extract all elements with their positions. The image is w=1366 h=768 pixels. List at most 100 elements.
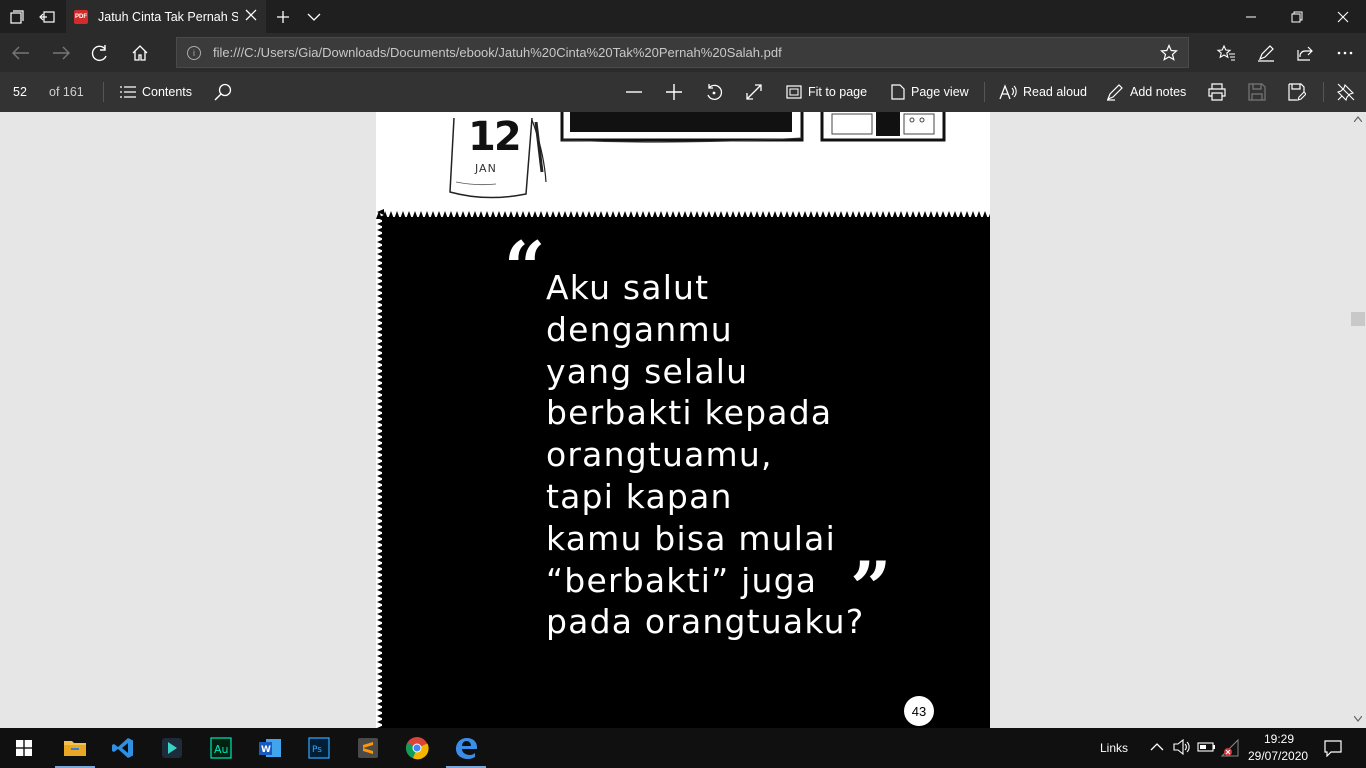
volume-icon[interactable] — [1173, 738, 1191, 760]
taskbar-filmora[interactable] — [148, 728, 196, 768]
zigzag-border-left — [376, 209, 384, 728]
refresh-icon[interactable] — [89, 42, 111, 64]
filmora-icon — [162, 738, 182, 758]
svg-text:Ps: Ps — [312, 745, 322, 755]
share-icon[interactable] — [1294, 42, 1316, 64]
scroll-down-icon[interactable] — [1354, 716, 1362, 722]
back-arrow-icon[interactable] — [10, 42, 32, 64]
fit-to-page-label: Fit to page — [808, 85, 868, 99]
tab-pdf[interactable]: PDF Jatuh Cinta Tak Pernah Salah — [66, 0, 266, 33]
links-toolbar-label[interactable]: Links — [1100, 741, 1128, 755]
unpin-icon — [1337, 83, 1355, 101]
title-bar: PDF Jatuh Cinta Tak Pernah Salah — [0, 0, 1366, 33]
scroll-up-icon[interactable] — [1354, 116, 1362, 122]
taskbar-audition[interactable]: Au — [197, 728, 245, 768]
minus-icon — [626, 91, 642, 93]
close-window-button[interactable] — [1320, 0, 1366, 33]
info-icon[interactable]: i — [187, 45, 201, 60]
close-tab-icon[interactable] — [244, 8, 258, 27]
print-button[interactable] — [1208, 72, 1226, 112]
pdf-page: 12 JAN “ Aku salut denganmu yang selalu … — [376, 112, 990, 728]
quote-line: pada orangtuaku? — [546, 602, 865, 642]
read-aloud-icon — [999, 84, 1017, 100]
network-disconnected-icon[interactable] — [1220, 738, 1240, 763]
zoom-in-button[interactable] — [665, 72, 683, 112]
chrome-icon — [405, 737, 429, 760]
contents-label: Contents — [142, 85, 193, 99]
pdf-viewer[interactable]: 12 JAN “ Aku salut denganmu yang selalu … — [0, 112, 1350, 728]
tab-actions-icon[interactable] — [8, 8, 26, 26]
fit-to-page-button[interactable]: Fit to page — [786, 72, 867, 112]
favorites-icon[interactable] — [1215, 42, 1237, 64]
start-button[interactable] — [0, 728, 48, 768]
favorite-star-icon[interactable] — [1160, 44, 1178, 67]
page-number-badge: 43 — [904, 696, 934, 726]
total-pages-label: of 161 — [49, 85, 84, 99]
page-number-input[interactable]: 52 — [0, 72, 40, 112]
taskbar-chrome[interactable] — [393, 728, 441, 768]
taskbar-edge[interactable] — [442, 728, 490, 768]
svg-text:W: W — [261, 745, 271, 755]
minimize-button[interactable] — [1228, 0, 1274, 33]
svg-text:Au: Au — [214, 743, 229, 756]
scrollbar-thumb[interactable] — [1351, 312, 1365, 326]
quote-line: “berbakti” juga — [546, 560, 818, 600]
toolbar-divider — [1323, 82, 1324, 102]
sublime-text-icon — [358, 738, 378, 758]
plus-icon — [666, 84, 682, 100]
taskbar-word[interactable]: W — [246, 728, 294, 768]
web-note-icon[interactable] — [1255, 42, 1277, 64]
restore-button[interactable] — [1274, 0, 1320, 33]
edge-icon — [456, 738, 477, 759]
pin-toolbar-button[interactable] — [1337, 72, 1355, 112]
rotate-button[interactable] — [705, 72, 723, 112]
fit-page-icon — [786, 85, 802, 99]
audition-icon: Au — [210, 737, 232, 759]
windows-icon — [16, 740, 32, 756]
quote-line: Aku salut — [546, 268, 710, 307]
battery-icon[interactable] — [1197, 740, 1217, 759]
calendar-day: 12 — [468, 114, 522, 160]
search-button[interactable] — [214, 72, 232, 112]
vertical-scrollbar[interactable] — [1350, 112, 1366, 728]
folder-icon — [64, 741, 86, 756]
quote-line: yang selalu — [546, 351, 749, 391]
show-hidden-icons-chevron-icon[interactable] — [1150, 740, 1164, 759]
quote-text: Aku salut denganmu yang selalu berbakti … — [546, 267, 864, 643]
new-tab-icon[interactable] — [274, 8, 292, 26]
fullscreen-button[interactable] — [745, 72, 763, 112]
set-tabs-aside-icon[interactable] — [38, 8, 56, 26]
taskbar-photoshop[interactable]: Ps — [295, 728, 343, 768]
calendar-month: JAN — [475, 162, 497, 175]
pdf-toolbar: 52 of 161 Contents Fit to page Page view… — [0, 72, 1366, 112]
forward-arrow-icon[interactable] — [50, 42, 72, 64]
save-as-button[interactable] — [1288, 72, 1306, 112]
toolbar-divider — [103, 82, 104, 102]
save-icon — [1248, 83, 1266, 101]
clock-date[interactable]: 29/07/2020 — [1248, 749, 1308, 763]
read-aloud-button[interactable]: Read aloud — [999, 72, 1087, 112]
clock-time[interactable]: 19:29 — [1264, 732, 1294, 746]
pdf-icon: PDF — [74, 9, 88, 24]
taskbar-vscode[interactable] — [99, 728, 147, 768]
address-bar: i file:///C:/Users/Gia/Downloads/Documen… — [0, 33, 1366, 72]
zoom-out-button[interactable] — [625, 72, 643, 112]
home-icon[interactable] — [129, 42, 151, 64]
contents-button[interactable]: Contents — [120, 72, 192, 112]
tab-preview-chevron-icon[interactable] — [305, 8, 323, 26]
photoshop-icon: Ps — [308, 737, 330, 759]
save-button[interactable] — [1248, 72, 1266, 112]
save-as-icon — [1288, 83, 1306, 101]
page-view-button[interactable]: Page view — [891, 72, 969, 112]
toolbar-divider — [984, 82, 985, 102]
read-aloud-label: Read aloud — [1023, 85, 1087, 99]
taskbar-sublime-text[interactable] — [344, 728, 392, 768]
notifications-icon[interactable] — [1324, 739, 1342, 762]
taskbar-file-explorer[interactable] — [51, 728, 99, 768]
add-notes-button[interactable]: Add notes — [1106, 72, 1186, 112]
page-view-label: Page view — [911, 85, 969, 99]
url-field[interactable]: i file:///C:/Users/Gia/Downloads/Documen… — [176, 37, 1189, 68]
more-options-icon[interactable] — [1334, 42, 1356, 64]
zigzag-border-top — [376, 209, 990, 219]
add-notes-label: Add notes — [1130, 85, 1187, 99]
